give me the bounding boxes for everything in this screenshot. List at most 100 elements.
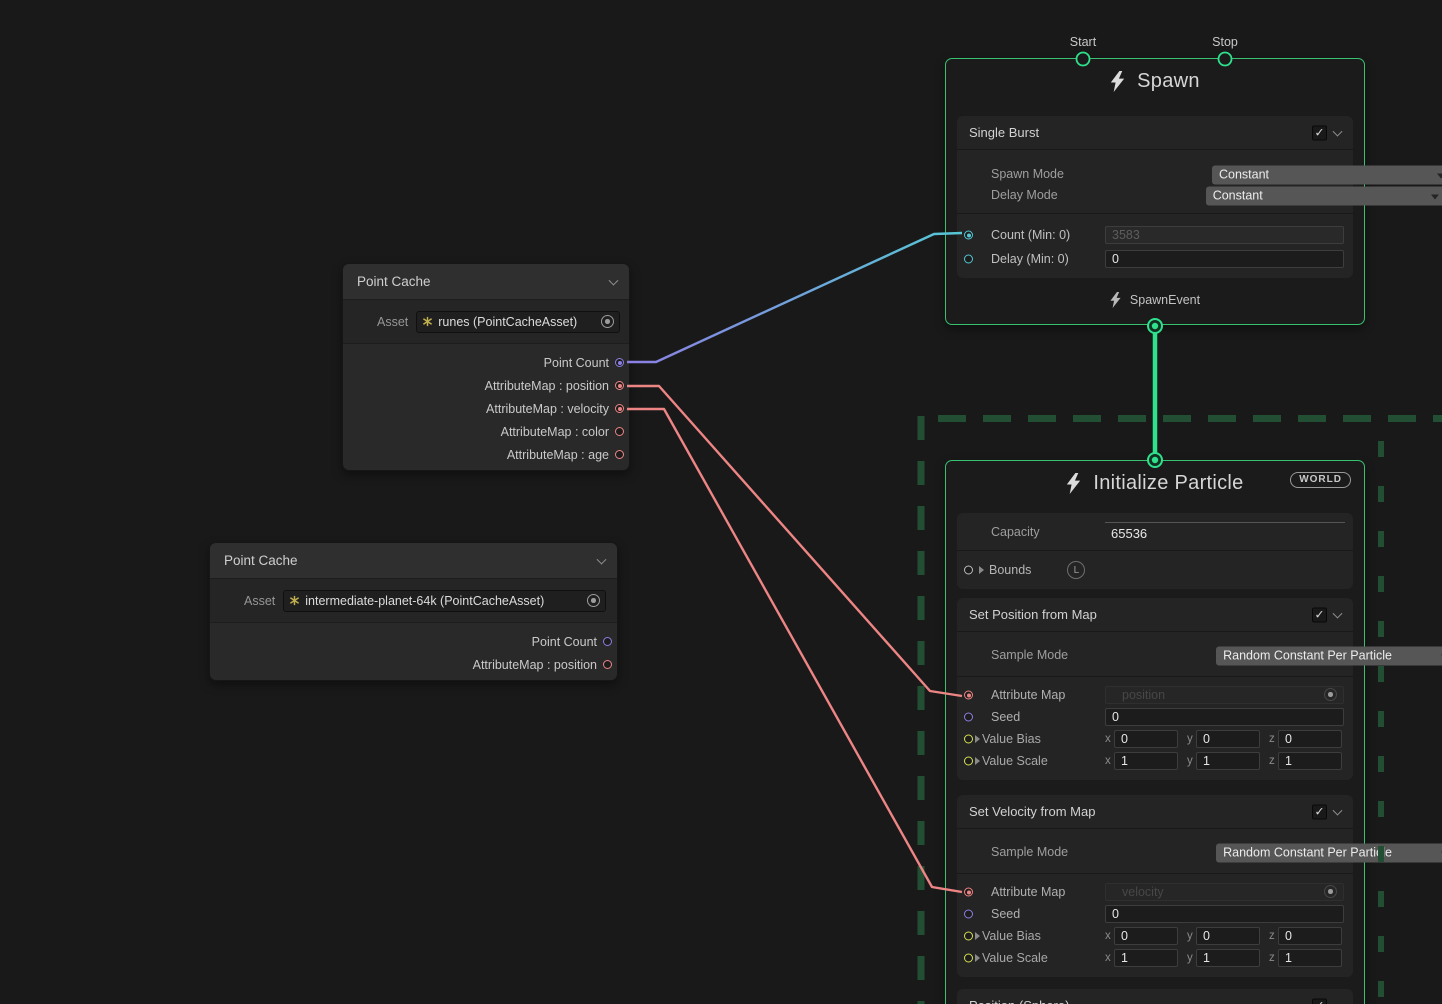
value-bias-label: Value Bias [982,732,1041,746]
axis-y-label: y [1187,755,1196,767]
attributemap-position-output-port[interactable] [603,660,612,669]
point-cache-node-runes[interactable]: Point Cache Asset runes (PointCacheAsset… [342,263,630,471]
value-scale-x-field[interactable]: 1 [1114,752,1178,770]
edge-velocity-to-attributemap[interactable] [627,409,962,892]
value-bias-y-field[interactable]: 0 [1196,927,1260,945]
seed-value: 0 [1112,907,1119,921]
asset-value: intermediate-planet-64k (PointCacheAsset… [305,594,544,608]
axis-x-label: x [1105,952,1114,964]
value-bias-input-port[interactable] [964,932,973,941]
output-label: Point Count [532,635,597,649]
axis-y-label: y [1187,733,1196,745]
single-burst-block[interactable]: Single Burst Spawn Mode Constant Delay M… [957,116,1353,278]
output-row: Point Count [210,630,613,653]
value-scale-y-field[interactable]: 1 [1196,752,1260,770]
delay-mode-value: Constant [1213,188,1263,202]
dropdown-arrow-icon [1431,194,1439,199]
lock-letter: L [1074,565,1080,576]
sample-mode-dropdown[interactable]: Random Constant Per Particle [1216,646,1442,665]
lightning-icon [1110,292,1121,308]
value-scale-x-field[interactable]: 1 [1114,949,1178,967]
expander-triangle-icon[interactable] [979,566,984,574]
point-cache-node-planet[interactable]: Point Cache Asset intermediate-planet-64… [209,542,618,681]
seed-input-port[interactable] [964,910,973,919]
value-bias-z-field[interactable]: 0 [1278,927,1342,945]
point-cache-title: Point Cache [224,553,298,568]
point-count-output-port[interactable] [615,358,624,367]
asset-label: Asset [244,594,275,608]
sample-mode-label: Sample Mode [991,845,1068,859]
expander-triangle-icon[interactable] [975,932,980,940]
asset-object-field[interactable]: intermediate-planet-64k (PointCacheAsset… [283,590,606,612]
value-bias-y-field[interactable]: 0 [1196,730,1260,748]
initialize-particle-context-node[interactable]: Initialize Particle WORLD Capacity 65536… [945,460,1365,1004]
axis-z-label: z [1269,755,1278,767]
value-scale-input-port[interactable] [964,757,973,766]
world-space-badge[interactable]: WORLD [1290,472,1351,488]
context-settings-block: Capacity 65536 Bounds L [957,513,1353,589]
value-scale-input-port[interactable] [964,954,973,963]
value-scale-label: Value Scale [982,951,1048,965]
attributemap-position-output-port[interactable] [615,381,624,390]
axis-y-label: y [1187,952,1196,964]
output-row: AttributeMap : position [210,653,613,676]
position-sphere-block[interactable]: Position (Sphere) [957,989,1353,1004]
attributemap-age-output-port[interactable] [615,450,624,459]
value-scale-z-field[interactable]: 1 [1278,752,1342,770]
asset-object-field[interactable]: runes (PointCacheAsset) [416,311,620,333]
vfx-graph-canvas[interactable]: Start Stop Spawn Single Burst Spawn Mode… [0,0,1442,1004]
single-burst-enabled-checkbox[interactable] [1312,125,1327,140]
block-title: Set Velocity from Map [969,804,1095,819]
chevron-down-icon[interactable] [1333,608,1343,618]
expander-triangle-icon[interactable] [975,735,980,743]
seed-label: Seed [991,710,1020,724]
sample-mode-dropdown[interactable]: Random Constant Per Particle [1216,843,1442,862]
axis-x-label: x [1105,733,1114,745]
object-picker-icon[interactable] [587,594,600,607]
chevron-down-icon[interactable] [1333,126,1343,136]
block-enabled-checkbox[interactable] [1312,998,1327,1004]
edge-position-to-attributemap[interactable] [627,386,962,696]
value-bias-input-port[interactable] [964,735,973,744]
attribute-map-input-port[interactable] [964,691,973,700]
axis-z-label: z [1269,930,1278,942]
point-count-output-port[interactable] [603,637,612,646]
spawn-mode-dropdown[interactable]: Constant [1212,165,1442,184]
block-enabled-checkbox[interactable] [1312,804,1327,819]
set-velocity-from-map-block[interactable]: Set Velocity from Map Sample Mode Random… [957,795,1353,977]
block-enabled-checkbox[interactable] [1312,607,1327,622]
delay-mode-dropdown[interactable]: Constant [1206,186,1442,205]
seed-field[interactable]: 0 [1105,905,1344,923]
delay-field[interactable]: 0 [1105,250,1344,268]
expander-triangle-icon[interactable] [975,757,980,765]
seed-input-port[interactable] [964,713,973,722]
attributemap-color-output-port[interactable] [615,427,624,436]
value-scale-y-field[interactable]: 1 [1196,949,1260,967]
bounds-input-port[interactable] [964,566,973,575]
value-bias-z-field[interactable]: 0 [1278,730,1342,748]
expander-triangle-icon[interactable] [975,954,980,962]
value-bias-x-field[interactable]: 0 [1114,927,1178,945]
count-field: 3583 [1105,226,1344,244]
object-picker-icon[interactable] [601,315,614,328]
output-row: AttributeMap : age [343,443,625,466]
chevron-down-icon[interactable] [609,275,619,285]
seed-field[interactable]: 0 [1105,708,1344,726]
count-input-port[interactable] [964,231,973,240]
chevron-down-icon[interactable] [597,554,607,564]
chevron-down-icon[interactable] [1333,999,1343,1004]
attributemap-velocity-output-port[interactable] [615,404,624,413]
seed-label: Seed [991,907,1020,921]
set-position-from-map-block[interactable]: Set Position from Map Sample Mode Random… [957,598,1353,780]
chevron-down-icon[interactable] [1333,805,1343,815]
value-bias-x-field[interactable]: 0 [1114,730,1178,748]
count-value: 3583 [1112,228,1140,242]
capacity-field[interactable]: 65536 [1105,522,1345,542]
edge-pointcount-to-count[interactable] [627,233,962,362]
delay-input-port[interactable] [964,255,973,264]
bounds-lock-icon[interactable]: L [1067,561,1085,579]
attribute-map-input-port[interactable] [964,888,973,897]
spawn-context-node[interactable]: Spawn Single Burst Spawn Mode Constant D… [945,58,1365,325]
count-label: Count (Min: 0) [991,228,1070,242]
value-scale-z-field[interactable]: 1 [1278,949,1342,967]
